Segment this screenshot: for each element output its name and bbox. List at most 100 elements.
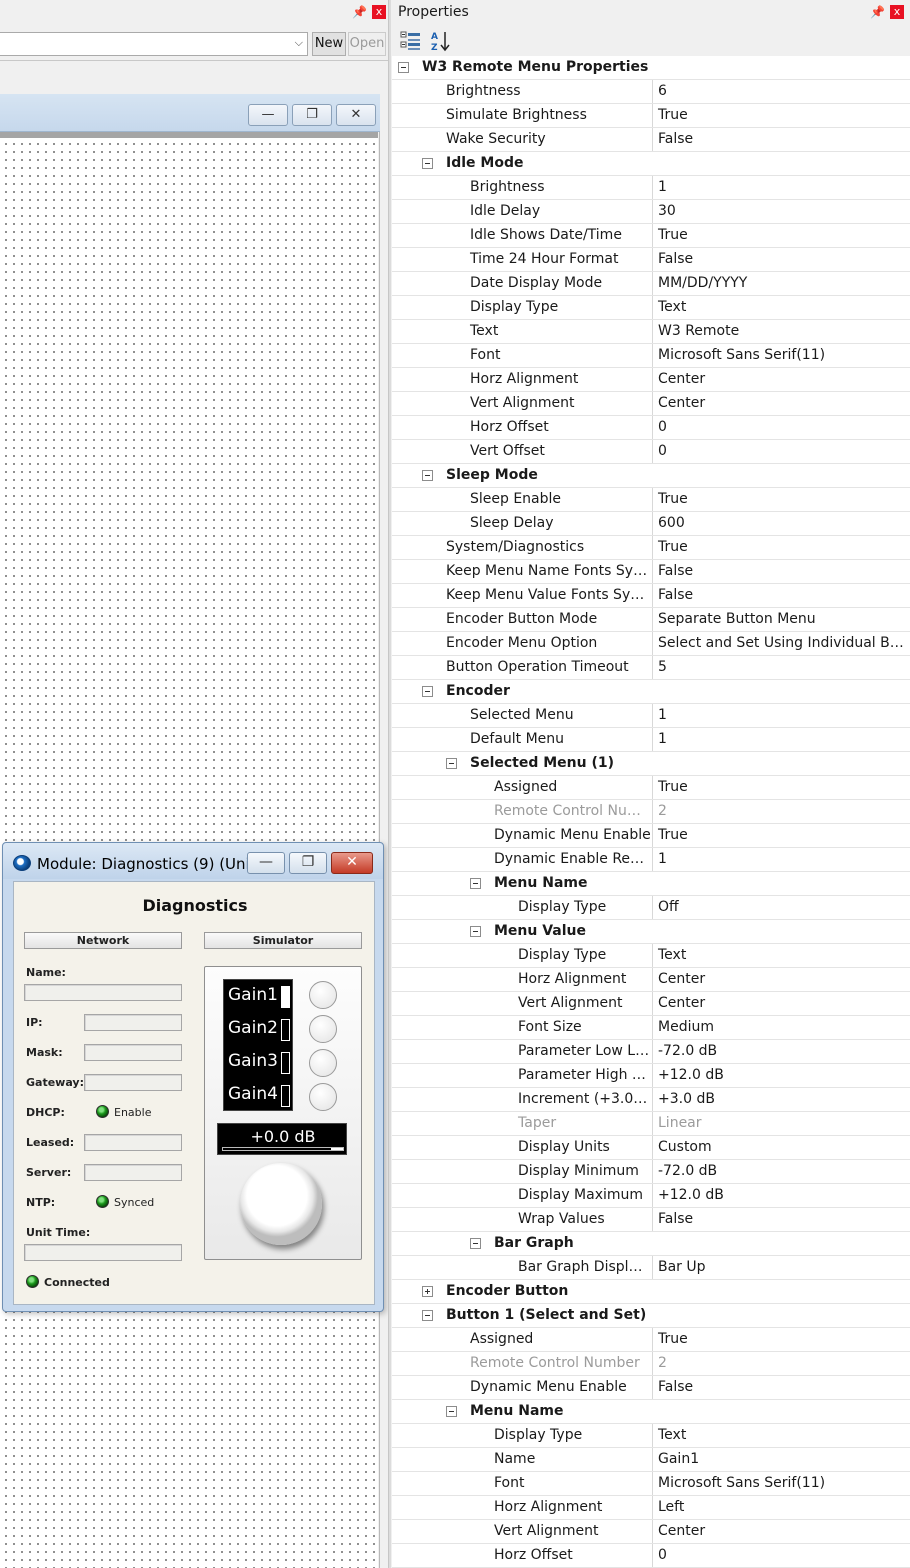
property-row[interactable]: Dynamic Enable Remote ...1 — [392, 848, 910, 872]
property-row[interactable]: System/Diagnostics True — [392, 536, 910, 560]
property-value[interactable]: Select and Set Using Individual Butt... — [652, 632, 910, 655]
property-value[interactable]: False — [652, 560, 910, 583]
property-value[interactable]: +3.0 dB — [652, 1088, 910, 1111]
property-category-row[interactable]: Button 1 (Select and Set) — [392, 1304, 910, 1328]
property-value[interactable]: False — [652, 1376, 910, 1399]
property-value[interactable]: True — [652, 104, 910, 127]
property-value[interactable]: Microsoft Sans Serif(11) — [652, 1472, 910, 1495]
property-value[interactable]: 0 — [652, 440, 910, 463]
property-value[interactable]: 600 — [652, 512, 910, 535]
chevron-down-icon[interactable]: ⌵ — [295, 36, 303, 50]
property-category-row[interactable]: Menu Name — [392, 872, 910, 896]
maximize-icon[interactable]: ❐ — [292, 104, 332, 126]
property-row[interactable]: Simulate Brightness True — [392, 104, 910, 128]
properties-close-icon[interactable]: x — [890, 5, 904, 19]
minimize-icon[interactable]: — — [248, 104, 288, 126]
property-value[interactable]: +12.0 dB — [652, 1184, 910, 1207]
property-row[interactable]: Parameter High Limit ...+12.0 dB — [392, 1064, 910, 1088]
property-category-row[interactable]: Menu Name — [392, 1400, 910, 1424]
property-row[interactable]: Idle Delay 30 — [392, 200, 910, 224]
property-value[interactable]: 1 — [652, 176, 910, 199]
property-value[interactable]: True — [652, 488, 910, 511]
property-category-row[interactable]: Encoder — [392, 680, 910, 704]
property-row[interactable]: Display Type Text — [392, 296, 910, 320]
property-value[interactable]: True — [652, 776, 910, 799]
property-category-row[interactable]: Menu Value — [392, 920, 910, 944]
property-row[interactable]: Remote Control Number 2 — [392, 800, 910, 824]
property-value[interactable]: Microsoft Sans Serif(11) — [652, 344, 910, 367]
property-row[interactable]: Text W3 Remote — [392, 320, 910, 344]
property-row[interactable]: Vert Alignment Center — [392, 392, 910, 416]
property-value[interactable]: 1 — [652, 728, 910, 751]
property-row[interactable]: Parameter Low Limit (...-72.0 dB — [392, 1040, 910, 1064]
property-row[interactable]: Button Operation Timeout 5 — [392, 656, 910, 680]
property-value[interactable]: False — [652, 128, 910, 151]
property-value[interactable]: Bar Up — [652, 1256, 910, 1279]
property-row[interactable]: Default Menu 1 — [392, 728, 910, 752]
property-row[interactable]: Idle Shows Date/Time True — [392, 224, 910, 248]
property-value[interactable]: 1 — [652, 704, 910, 727]
property-row[interactable]: Encoder Menu Option Select and Set Using … — [392, 632, 910, 656]
property-value[interactable]: +12.0 dB — [652, 1064, 910, 1087]
property-value[interactable]: Gain1 — [652, 1448, 910, 1471]
property-value[interactable]: True — [652, 536, 910, 559]
property-row[interactable]: Dynamic Menu Enable True — [392, 824, 910, 848]
pin-icon[interactable]: 📌 — [352, 4, 367, 20]
property-row[interactable]: Display Minimum -72.0 dB — [392, 1160, 910, 1184]
property-row[interactable]: Horz Alignment Center — [392, 968, 910, 992]
property-row[interactable]: Brightness 6 — [392, 80, 910, 104]
property-row[interactable]: Wake Security False — [392, 128, 910, 152]
property-value[interactable]: Text — [652, 944, 910, 967]
property-value[interactable]: False — [652, 1208, 910, 1231]
property-value[interactable]: 0 — [652, 416, 910, 439]
property-value[interactable]: MM/DD/YYYY — [652, 272, 910, 295]
property-row[interactable]: Horz Offset 0 — [392, 1544, 910, 1568]
property-row[interactable]: Remote Control Number 2 — [392, 1352, 910, 1376]
open-button[interactable]: Open — [348, 32, 386, 56]
property-row[interactable]: Keep Menu Value Fonts Synchro...False — [392, 584, 910, 608]
property-row[interactable]: Assigned True — [392, 776, 910, 800]
file-combo-box[interactable]: ⌵ — [0, 32, 308, 56]
property-row[interactable]: Horz Offset 0 — [392, 416, 910, 440]
property-value[interactable]: True — [652, 1328, 910, 1351]
property-row[interactable]: Selected Menu 1 — [392, 704, 910, 728]
property-value[interactable]: Center — [652, 368, 910, 391]
property-row[interactable]: Brightness 1 — [392, 176, 910, 200]
property-row[interactable]: Vert Alignment Center — [392, 992, 910, 1016]
property-value[interactable]: Custom — [652, 1136, 910, 1159]
property-row[interactable]: Display Type Text — [392, 1424, 910, 1448]
property-value[interactable]: Separate Button Menu — [652, 608, 910, 631]
property-value[interactable]: Center — [652, 1520, 910, 1543]
property-value[interactable]: True — [652, 824, 910, 847]
property-row[interactable]: Sleep Delay 600 — [392, 512, 910, 536]
property-row[interactable]: Font Microsoft Sans Serif(11) — [392, 344, 910, 368]
pin-icon[interactable]: 📌 — [870, 4, 885, 20]
property-category-row[interactable]: W3 Remote Menu Properties — [392, 56, 910, 80]
property-value[interactable]: Center — [652, 392, 910, 415]
property-value[interactable]: 6 — [652, 80, 910, 103]
property-row[interactable]: Bar Graph Display Mo...Bar Up — [392, 1256, 910, 1280]
property-value[interactable]: 1 — [652, 848, 910, 871]
property-value[interactable]: Text — [652, 1424, 910, 1447]
property-row[interactable]: Dynamic Menu Enable False — [392, 1376, 910, 1400]
property-row[interactable]: Horz Alignment Left — [392, 1496, 910, 1520]
property-value[interactable]: False — [652, 584, 910, 607]
property-row[interactable]: Wrap Values False — [392, 1208, 910, 1232]
property-value[interactable]: -72.0 dB — [652, 1040, 910, 1063]
sim-button-4[interactable] — [309, 1083, 337, 1111]
property-category-row[interactable]: Selected Menu (1) — [392, 752, 910, 776]
property-row[interactable]: Font Size Medium — [392, 1016, 910, 1040]
categorized-icon[interactable] — [400, 30, 422, 52]
property-value[interactable]: Text — [652, 296, 910, 319]
property-value[interactable]: Off — [652, 896, 910, 919]
property-row[interactable]: Increment (+3.0 dB d...+3.0 dB — [392, 1088, 910, 1112]
property-row[interactable]: Horz Alignment Center — [392, 368, 910, 392]
property-value[interactable]: 30 — [652, 200, 910, 223]
property-row[interactable]: Sleep Enable True — [392, 488, 910, 512]
property-value[interactable]: W3 Remote — [652, 320, 910, 343]
minimize-icon[interactable]: — — [247, 852, 285, 874]
property-value[interactable]: -72.0 dB — [652, 1160, 910, 1183]
property-row[interactable]: Keep Menu Name Fonts Synchro...False — [392, 560, 910, 584]
property-value[interactable]: 5 — [652, 656, 910, 679]
property-value[interactable]: Center — [652, 992, 910, 1015]
